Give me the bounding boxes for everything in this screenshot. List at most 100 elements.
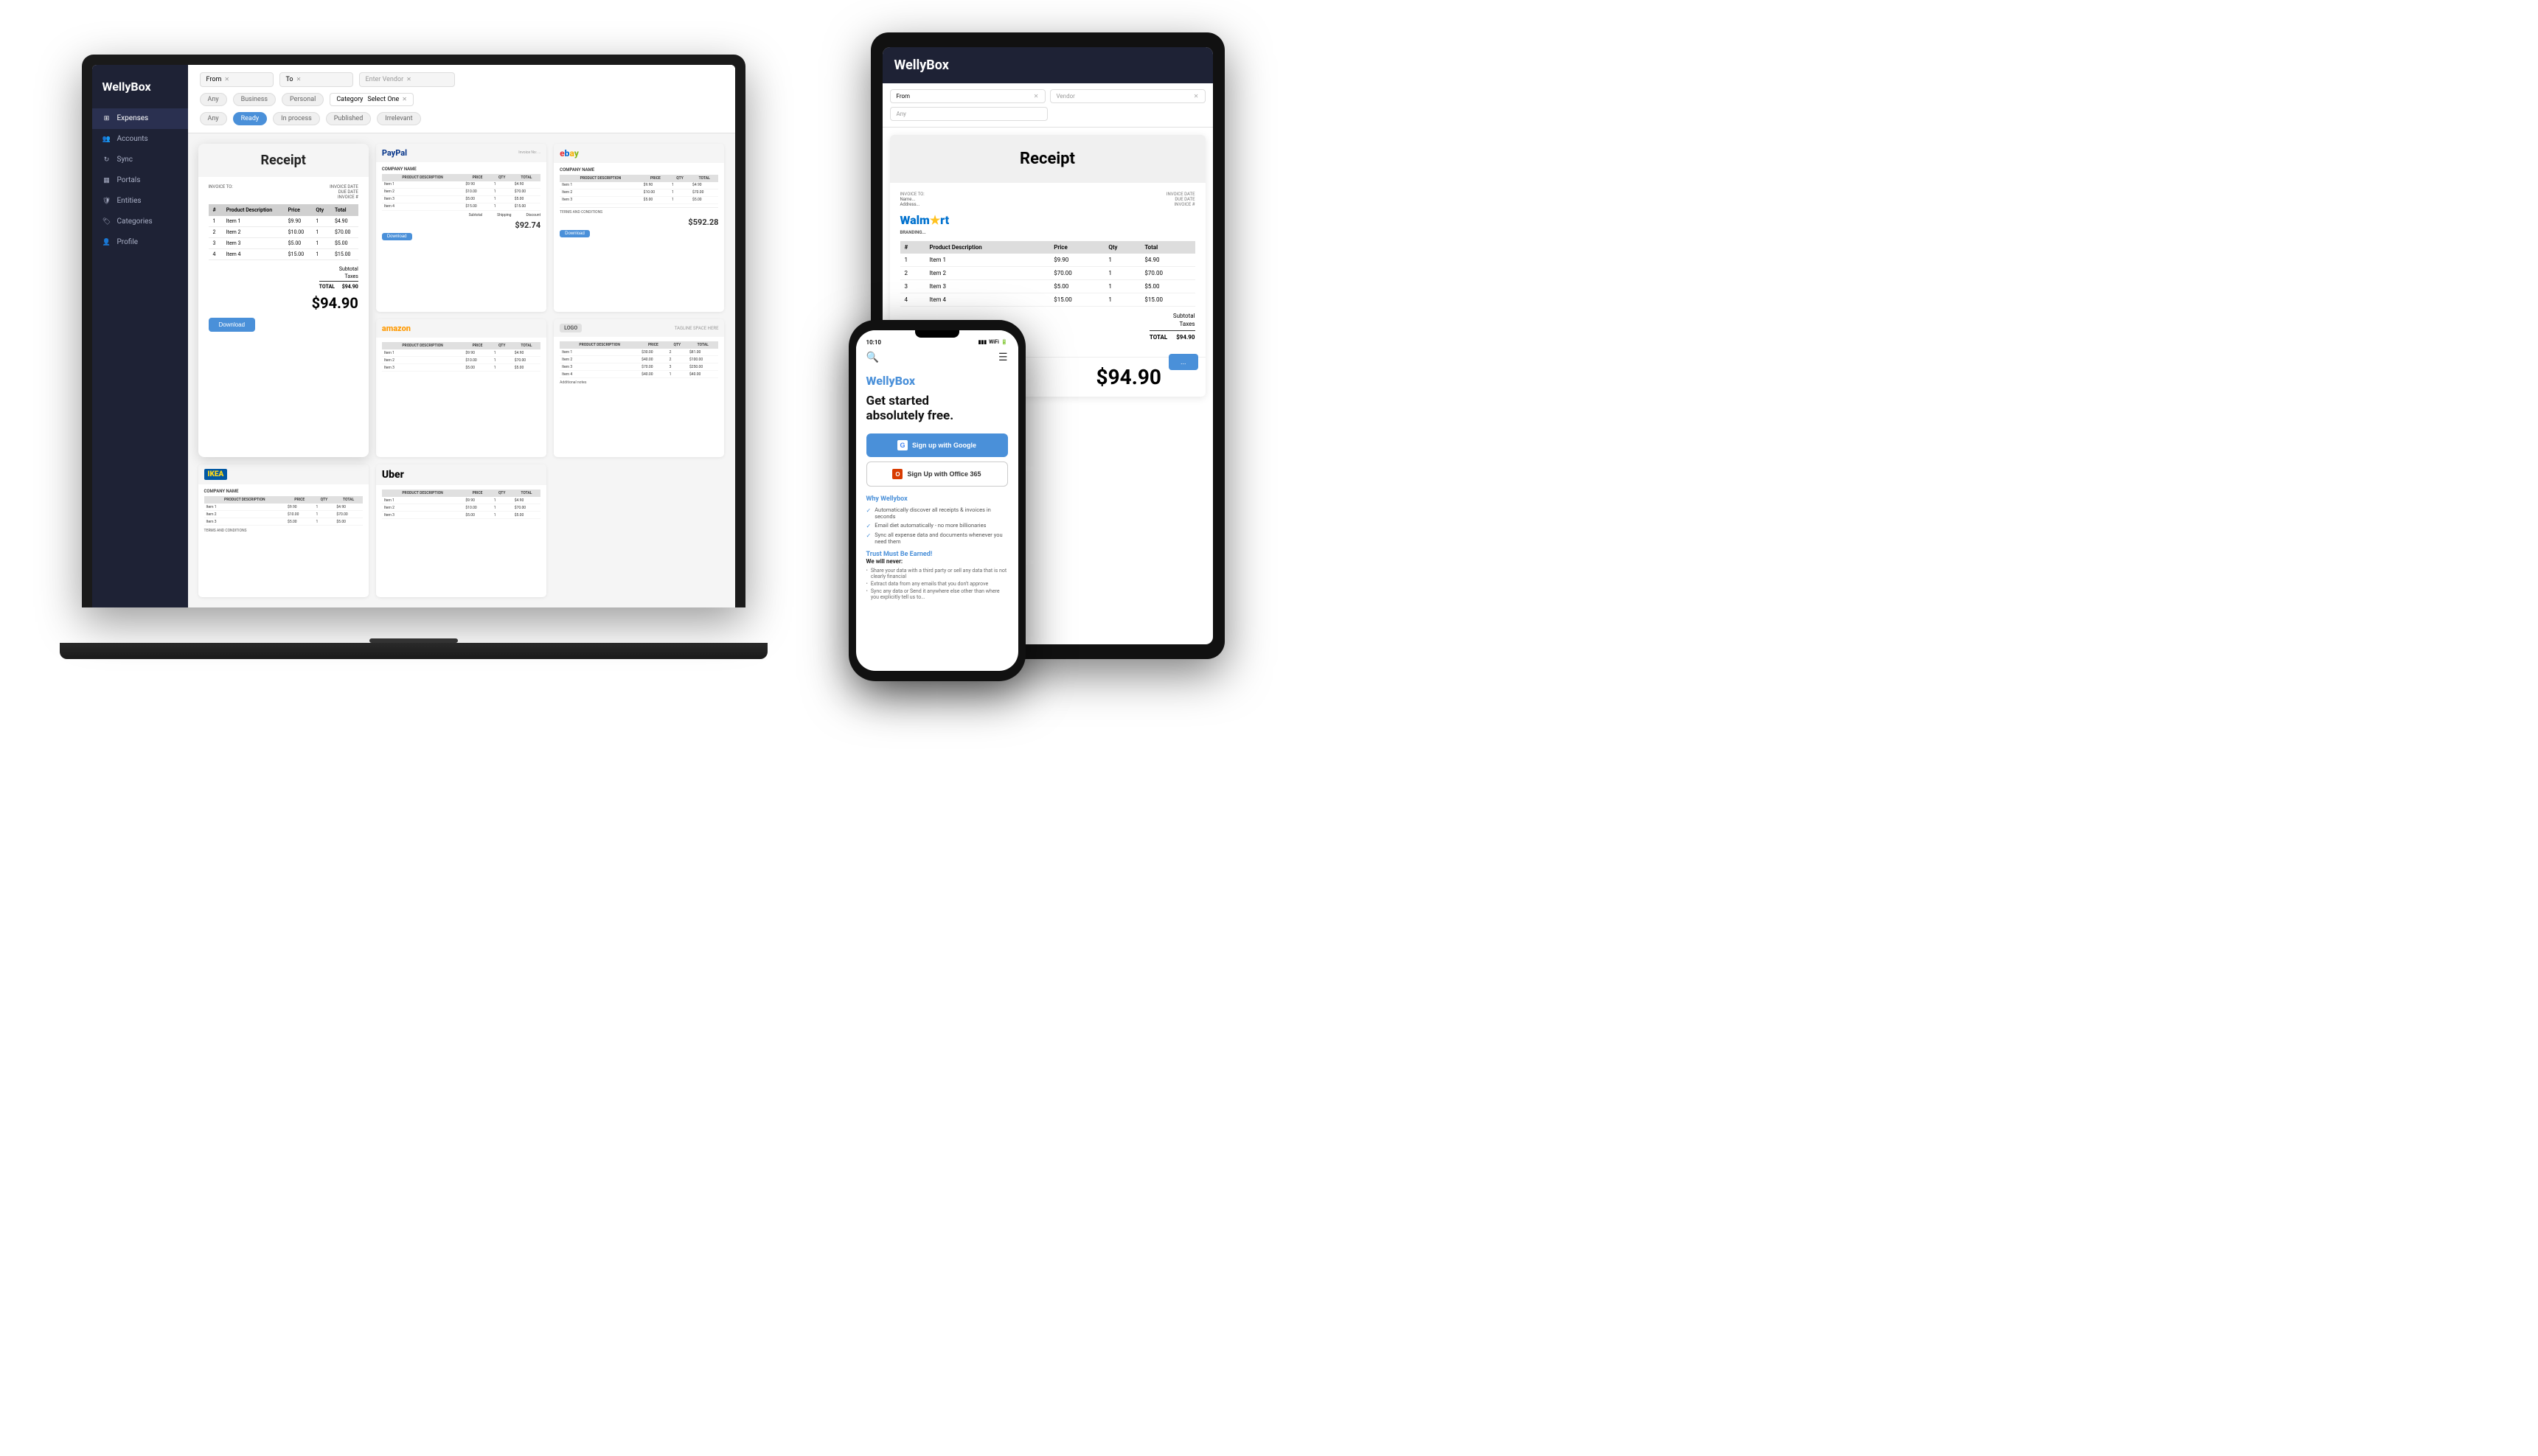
menu-icon[interactable]: ☰ (998, 352, 1008, 363)
subtotal-line: Subtotal (1173, 313, 1195, 319)
phone-tagline: Get startedabsolutely free. (866, 394, 1008, 424)
sidebar-item-profile[interactable]: 👤 Profile (92, 232, 188, 253)
receipt-table-small: PRODUCT DESCRIPTIONPRICEQTYTOTAL Item 1$… (382, 490, 540, 519)
shield-icon: 🛡 (102, 197, 111, 206)
table-row: Item 3$5.001$5.00 (382, 364, 540, 372)
featured-receipt-card[interactable]: Receipt INVOICE TO: INVOICE DATE DUE DAT… (198, 144, 369, 458)
wifi-icon: WiFi (989, 339, 999, 345)
tablet-action-button[interactable]: ... (1169, 354, 1198, 370)
ebay-logo: ebay (560, 148, 579, 159)
receipt-table-small: PRODUCT DESCRIPTIONPRICEQTYTOTAL Item 1$… (560, 175, 718, 204)
feature-item-1: ✓ Email diet automatically - no more bil… (866, 522, 1008, 529)
col-total: Total (330, 204, 358, 216)
sidebar-item-portals[interactable]: ▦ Portals (92, 170, 188, 191)
tablet-vendor-input[interactable]: Vendor ✕ (1050, 89, 1206, 103)
from-input[interactable]: From ✕ (200, 72, 274, 87)
check-icon: ✓ (866, 532, 872, 539)
invoice-dates: INVOICE DATE DUE DATE INVOICE # (330, 184, 358, 200)
company-name: COMPANY NAME (382, 167, 540, 172)
trust-item-2: • Sync any data or Send it anywhere else… (866, 588, 1008, 600)
download-button[interactable]: Download (209, 318, 256, 332)
col-qty: Qty (311, 204, 330, 216)
receipt-grid: Receipt INVOICE TO: INVOICE DATE DUE DAT… (188, 133, 735, 607)
chart-icon: ▦ (102, 176, 111, 185)
amazon-logo: amazon (382, 324, 411, 333)
featured-receipt-title: Receipt (210, 153, 357, 168)
receipt-table-small: PRODUCT DESCRIPTIONPRICEQTYTOTAL Item 1$… (382, 342, 540, 372)
featured-receipt-header: Receipt (198, 144, 369, 177)
ikea-receipt-card[interactable]: IKEA COMPANY NAME PRODUCT DESCRIPTIONPRI… (198, 464, 369, 596)
sidebar-item-accounts[interactable]: 👥 Accounts (92, 129, 188, 150)
trust-title: Trust Must Be Earned!We will never: (866, 551, 1008, 565)
category-select[interactable]: Category Select One ✕ (330, 93, 414, 106)
to-clear-icon[interactable]: ✕ (296, 76, 302, 83)
download-button-small[interactable]: Download (382, 233, 412, 240)
status-published[interactable]: Published (326, 112, 372, 125)
signal-icon: ▮▮▮ (978, 339, 987, 345)
status-any[interactable]: Any (200, 112, 227, 125)
vendor-input[interactable]: Enter Vendor ✕ (359, 72, 455, 87)
toolbar-filter-row: Any Business Personal Category Select On… (200, 93, 723, 106)
status-inprocess[interactable]: In process (273, 112, 320, 125)
from-clear-icon[interactable]: ✕ (224, 76, 229, 83)
table-row: Item 2$10.001$70.00 (204, 511, 363, 518)
phone-status-icons: ▮▮▮ WiFi 🔋 (978, 339, 1008, 346)
phone-app-logo: WellyBox (866, 374, 1008, 388)
table-row: Item 3$5.001$5.00 (560, 196, 718, 203)
table-row: 1Item 1 $9.90 1 $4.90 (209, 216, 358, 227)
invoice-to-label: INVOICE TO: (209, 184, 233, 200)
phone-content: WellyBox Get startedabsolutely free. G S… (856, 366, 1018, 613)
ikea-card-body: COMPANY NAME PRODUCT DESCRIPTIONPRICEQTY… (198, 484, 369, 537)
table-row: Item 1$9.901$4.90 (382, 349, 540, 357)
additional-notes: Additional notes (560, 380, 718, 385)
download-button-small[interactable]: Download (560, 230, 590, 237)
table-row: Item 1$9.901$4.90 (382, 181, 540, 189)
company-name: COMPANY NAME (204, 489, 363, 494)
tablet-from-input[interactable]: From ✕ (890, 89, 1046, 103)
category-clear-icon[interactable]: ✕ (402, 96, 407, 102)
status-ready[interactable]: Ready (233, 112, 268, 125)
subtotal-row: Subtotal (339, 266, 358, 272)
laptop-hinge (369, 638, 458, 643)
table-row: Item 2$10.001$70.00 (382, 188, 540, 195)
featured-total-display: $94.90 (209, 294, 358, 312)
tablet-any-input[interactable]: Any (890, 107, 1048, 121)
sidebar-item-sync[interactable]: ↻ Sync (92, 150, 188, 170)
filter-any[interactable]: Any (200, 93, 227, 106)
check-icon: ✓ (866, 523, 872, 529)
paypal-card-header: PayPal Invoice No: ... (376, 144, 546, 162)
table-row: Item 1$9.901$4.90 (382, 497, 540, 504)
vendor-clear-icon[interactable]: ✕ (406, 76, 411, 83)
table-row: 3 Item 3 $5.00 1 $5.00 (900, 279, 1195, 293)
signup-google-button[interactable]: G Sign up with Google (866, 433, 1008, 457)
phone-time: 10:10 (866, 339, 881, 346)
signup-office-button[interactable]: O Sign Up with Office 365 (866, 461, 1008, 487)
site-card-header: LOGO TAGLINE SPACE HERE (554, 319, 724, 337)
tablet-logo: WellyBox (894, 58, 1201, 73)
ebay-card-body: COMPANY NAME PRODUCT DESCRIPTIONPRICEQTY… (554, 163, 724, 242)
search-icon[interactable]: 🔍 (866, 352, 879, 363)
receipt-totals: Subtotal Taxes TOTAL $94.90 (209, 266, 358, 290)
sidebar-item-expenses[interactable]: ⊞ Expenses (92, 108, 188, 129)
paypal-receipt-card[interactable]: PayPal Invoice No: ... COMPANY NAME PROD… (376, 144, 546, 313)
tablet-inputs: From ✕ Vendor ✕ (890, 89, 1206, 103)
ikea-card-header: IKEA (198, 464, 369, 484)
table-row: Item 1$9.901$4.90 (204, 504, 363, 511)
uber-receipt-card[interactable]: Uber PRODUCT DESCRIPTIONPRICEQTYTOTAL It… (376, 464, 546, 596)
check-icon: ✓ (866, 507, 872, 514)
amazon-receipt-card[interactable]: amazon PRODUCT DESCRIPTIONPRICEQTYTOTAL … (376, 319, 546, 457)
amazon-card-header: amazon (376, 319, 546, 338)
sidebar-item-categories[interactable]: 🏷 Categories (92, 212, 188, 232)
filter-business[interactable]: Business (233, 93, 276, 106)
taxes-line: Taxes (1180, 321, 1195, 327)
battery-icon: 🔋 (1001, 339, 1008, 345)
table-row: Item 4$15.001$15.00 (382, 203, 540, 210)
status-irrelevant[interactable]: Irrelevant (377, 112, 420, 125)
sidebar-item-entities[interactable]: 🛡 Entities (92, 191, 188, 212)
bullet-icon: • (866, 568, 868, 574)
filter-personal[interactable]: Personal (282, 93, 324, 106)
to-input[interactable]: To ✕ (279, 72, 353, 87)
table-row: Item 3$5.001$5.00 (382, 512, 540, 519)
site-receipt-card[interactable]: LOGO TAGLINE SPACE HERE PRODUCT DESCRIPT… (554, 319, 724, 457)
ebay-receipt-card[interactable]: ebay COMPANY NAME PRODUCT DESCRIPTIONPRI… (554, 144, 724, 313)
